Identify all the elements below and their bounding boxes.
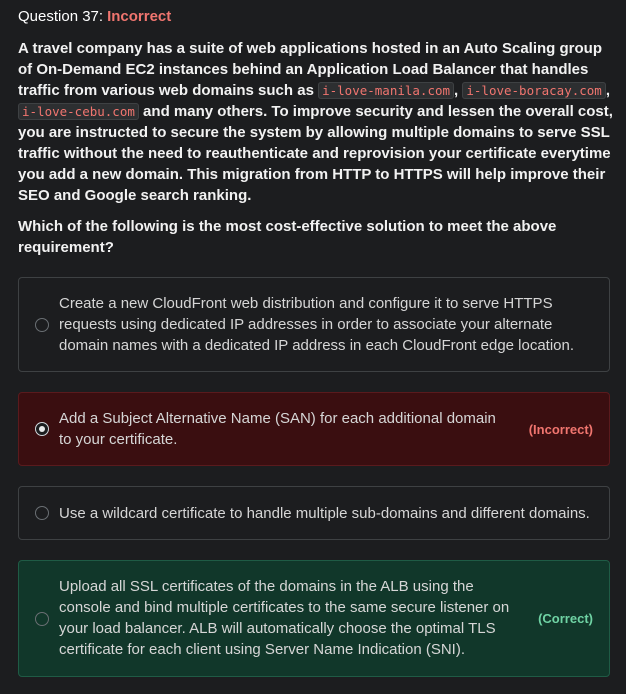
question-text: A travel company has a suite of web appl… (18, 40, 613, 204)
answer-option-2[interactable]: Add a Subject Alternative Name (SAN) for… (18, 392, 610, 466)
domain-code-3: i-love-cebu.com (18, 103, 139, 120)
domain-code-1: i-love-manila.com (318, 82, 455, 99)
result-status: Incorrect (107, 8, 172, 25)
radio-button-option-3[interactable] (35, 506, 49, 520)
radio-button-option-2[interactable] (35, 422, 49, 436)
option-4-text: Upload all SSL certificates of the domai… (59, 578, 510, 658)
answer-option-3[interactable]: Use a wildcard certificate to handle mul… (18, 486, 610, 540)
answer-option-1[interactable]: Create a new CloudFront web distribution… (18, 277, 610, 372)
radio-button-option-1[interactable] (35, 318, 49, 332)
domain-code-2: i-love-boracay.com (462, 82, 606, 99)
radio-button-option-4[interactable] (35, 612, 49, 626)
question-header: Question 37: Incorrect (18, 7, 171, 27)
option-3-text: Use a wildcard certificate to handle mul… (59, 505, 590, 522)
question-number: Question 37: (18, 8, 104, 25)
option-2-text: Add a Subject Alternative Name (SAN) for… (59, 410, 496, 448)
correct-label: (Correct) (538, 611, 593, 626)
answer-option-4[interactable]: Upload all SSL certificates of the domai… (18, 560, 610, 677)
incorrect-label: (Incorrect) (528, 422, 593, 437)
question-prompt: Which of the following is the most cost-… (18, 218, 557, 256)
option-1-text: Create a new CloudFront web distribution… (59, 295, 575, 354)
